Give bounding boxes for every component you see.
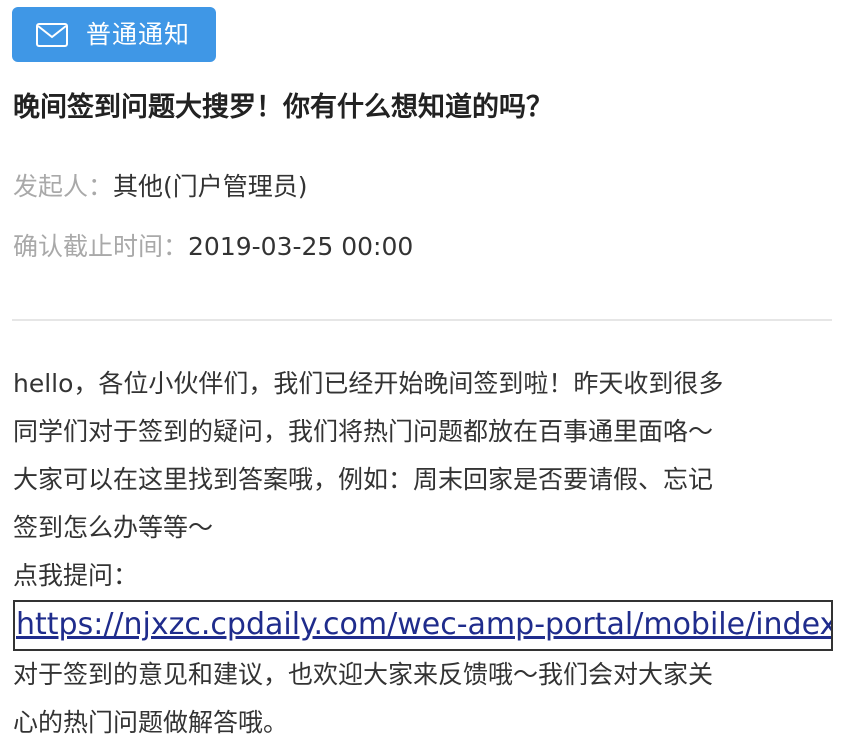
notification-page: 普通通知 晚间签到问题大搜罗！你有什么想知道的吗？ 发起人：其他(门户管理员) … [0,0,844,737]
notice-type-label: 普通通知 [86,20,191,49]
content-line: 同学们对于签到的疑问，我们将热门问题都放在百事通里面咯～ [13,417,714,446]
question-link[interactable]: https://njxzc.cpdaily.com/wec-amp-portal… [15,602,831,648]
deadline-label: 确认截止时间： [13,232,189,261]
initiator-row: 发起人：其他(门户管理员) [13,172,308,202]
notice-type-badge: 普通通知 [12,7,216,62]
deadline-value: 2019-03-25 00:00 [188,232,414,261]
content-line: 签到怎么办等等～ [13,513,214,542]
link-box: https://njxzc.cpdaily.com/wec-amp-portal… [13,600,833,651]
content-line: 心的热门问题做解答哦。 [13,708,289,737]
notice-content: hello，各位小伙伴们，我们已经开始晚间签到啦！昨天收到很多 同学们对于签到的… [13,360,833,747]
initiator-label: 发起人： [13,172,114,201]
envelope-icon [36,22,68,47]
deadline-row: 确认截止时间：2019-03-25 00:00 [13,232,413,262]
content-line: 对于签到的意见和建议，也欢迎大家来反馈哦～我们会对大家关 [13,660,714,689]
initiator-value: 其他(门户管理员) [113,172,308,201]
divider [12,319,832,321]
content-line: hello，各位小伙伴们，我们已经开始晚间签到啦！昨天收到很多 [13,369,724,398]
content-line: 大家可以在这里找到答案哦，例如：周末回家是否要请假、忘记 [13,465,714,494]
ask-question-label: 点我提问： [13,561,139,590]
page-title: 晚间签到问题大搜罗！你有什么想知道的吗？ [13,92,553,123]
